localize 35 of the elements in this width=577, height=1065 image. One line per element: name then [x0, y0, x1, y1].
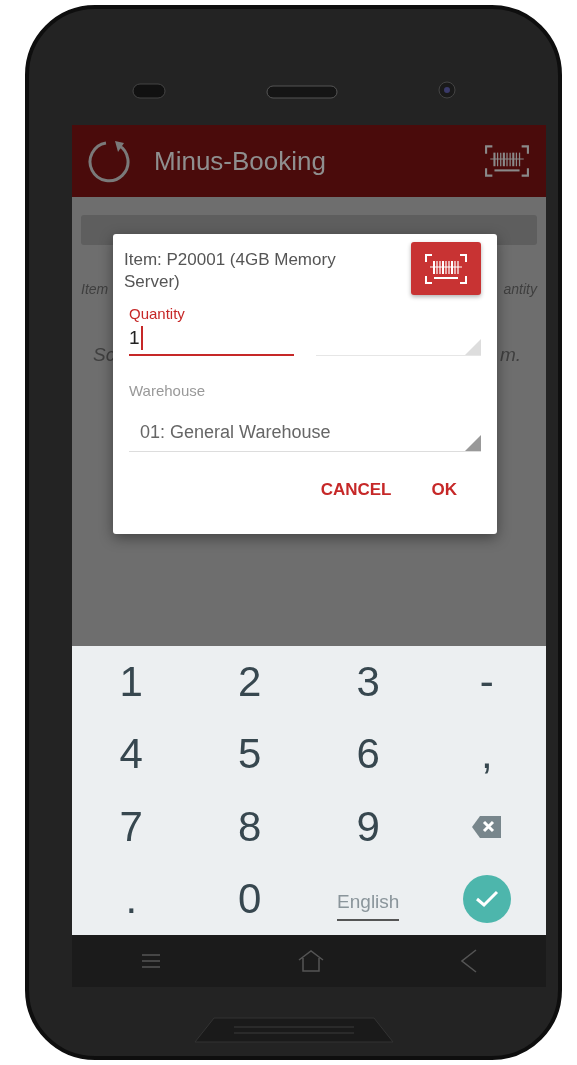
cancel-button[interactable]: CANCEL [320, 480, 392, 500]
keyboard-key[interactable]: 2 [234, 658, 266, 707]
warehouse-label: Warehouse [129, 382, 207, 399]
refresh-icon[interactable] [88, 139, 132, 183]
checkmark-icon [474, 889, 499, 908]
home-icon[interactable] [298, 950, 324, 972]
back-icon[interactable] [461, 949, 478, 973]
quantity-label: Quantity [129, 305, 186, 322]
keyboard-key[interactable]: 7 [115, 802, 147, 851]
keyboard-key[interactable]: . [121, 874, 142, 923]
sensor-icon [131, 83, 166, 99]
quantity-field[interactable]: 1 [129, 322, 294, 356]
item-title: Item: P20001 (4GB Memory Server) [124, 249, 337, 293]
warehouse-dropdown[interactable]: 01: General Warehouse [129, 413, 481, 452]
backspace-icon [470, 813, 503, 840]
keyboard-key[interactable]: 8 [234, 802, 266, 851]
barcode-scan-icon [424, 252, 468, 285]
menu-icon[interactable] [140, 953, 161, 969]
keyboard-key[interactable]: 5 [234, 730, 266, 779]
keyboard-key[interactable]: 0 [234, 874, 266, 923]
keyboard-key[interactable]: 3 [352, 658, 384, 707]
keyboard-key[interactable]: 4 [115, 730, 147, 779]
backspace-key[interactable] [470, 813, 503, 840]
dropdown-triangle-icon [465, 339, 481, 355]
scan-barcode-button[interactable] [411, 242, 481, 295]
keyboard-key[interactable]: 6 [352, 730, 384, 779]
keyboard-key[interactable]: - [475, 658, 498, 707]
screen-title: Minus-Booking [154, 145, 327, 177]
barcode-scan-icon[interactable] [484, 144, 530, 178]
ok-button[interactable]: OK [431, 480, 457, 500]
camera-lens [437, 81, 456, 99]
dropdown-triangle-icon [465, 435, 481, 451]
keyboard-key[interactable]: , [476, 730, 497, 779]
keyboard-key[interactable]: 1 [115, 658, 147, 707]
keyboard-key[interactable]: 9 [352, 802, 384, 851]
